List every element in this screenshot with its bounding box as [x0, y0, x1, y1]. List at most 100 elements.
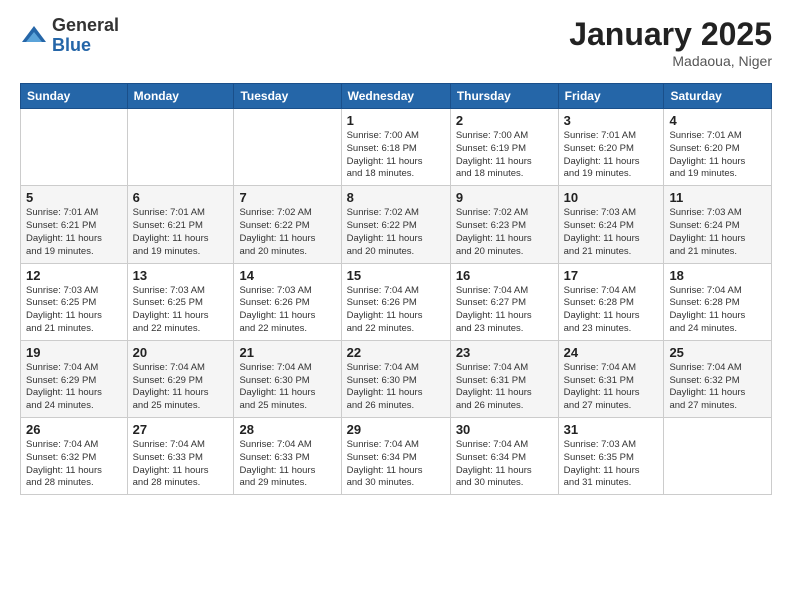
- calendar-cell: 6 Sunrise: 7:01 AMSunset: 6:21 PMDaylight…: [127, 186, 234, 263]
- header: General Blue January 2025 Madaoua, Niger: [20, 16, 772, 69]
- calendar-week-row: 19Sunrise: 7:04 AMSunset: 6:29 PMDayligh…: [21, 340, 772, 417]
- day-info: Sunrise: 7:02 AMSunset: 6:23 PMDaylight:…: [456, 207, 553, 258]
- day-number: 11: [669, 190, 766, 205]
- day-number: 18: [669, 268, 766, 283]
- day-number: 7: [239, 190, 335, 205]
- day-info: Sunrise: 7:04 AMSunset: 6:31 PMDaylight:…: [456, 362, 553, 413]
- calendar-cell: 15 Sunrise: 7:04 AMSunset: 6:26 PMDayligh…: [341, 263, 450, 340]
- calendar-cell: 2 Sunrise: 7:00 AMSunset: 6:19 PMDaylight…: [450, 109, 558, 186]
- calendar-cell: 3 Sunrise: 7:01 AMSunset: 6:20 PMDaylight…: [558, 109, 664, 186]
- day-number: 27: [133, 422, 229, 437]
- day-info: Sunrise: 7:03 AMSunset: 6:26 PMDaylight:…: [239, 285, 335, 336]
- day-info: Sunrise: 7:04 AMSunset: 6:27 PMDaylight:…: [456, 285, 553, 336]
- calendar-cell: 19Sunrise: 7:04 AMSunset: 6:29 PMDayligh…: [21, 340, 128, 417]
- calendar-cell: 5 Sunrise: 7:01 AMSunset: 6:21 PMDaylight…: [21, 186, 128, 263]
- day-number: 8: [347, 190, 445, 205]
- day-info: Sunrise: 7:02 AMSunset: 6:22 PMDaylight:…: [347, 207, 445, 258]
- day-number: 15: [347, 268, 445, 283]
- calendar-cell: 9 Sunrise: 7:02 AMSunset: 6:23 PMDaylight…: [450, 186, 558, 263]
- day-number: 19: [26, 345, 122, 360]
- calendar-week-row: 1 Sunrise: 7:00 AMSunset: 6:18 PMDaylight…: [21, 109, 772, 186]
- day-number: 2: [456, 113, 553, 128]
- day-number: 29: [347, 422, 445, 437]
- calendar-cell: 14 Sunrise: 7:03 AMSunset: 6:26 PMDayligh…: [234, 263, 341, 340]
- calendar-cell: 22Sunrise: 7:04 AMSunset: 6:30 PMDayligh…: [341, 340, 450, 417]
- calendar-week-row: 26 Sunrise: 7:04 AMSunset: 6:32 PMDayligh…: [21, 418, 772, 495]
- calendar-table: SundayMondayTuesdayWednesdayThursdayFrid…: [20, 83, 772, 495]
- day-info: Sunrise: 7:04 AMSunset: 6:28 PMDaylight:…: [669, 285, 766, 336]
- calendar-cell: 23 Sunrise: 7:04 AMSunset: 6:31 PMDayligh…: [450, 340, 558, 417]
- day-info: Sunrise: 7:04 AMSunset: 6:26 PMDaylight:…: [347, 285, 445, 336]
- day-info: Sunrise: 7:01 AMSunset: 6:20 PMDaylight:…: [564, 130, 659, 181]
- weekday-header-friday: Friday: [558, 84, 664, 109]
- day-number: 23: [456, 345, 553, 360]
- day-number: 1: [347, 113, 445, 128]
- calendar-cell: 10Sunrise: 7:03 AMSunset: 6:24 PMDayligh…: [558, 186, 664, 263]
- calendar-week-row: 12Sunrise: 7:03 AMSunset: 6:25 PMDayligh…: [21, 263, 772, 340]
- calendar-cell: 29 Sunrise: 7:04 AMSunset: 6:34 PMDayligh…: [341, 418, 450, 495]
- logo-blue-text: Blue: [52, 36, 119, 56]
- calendar-cell: 20Sunrise: 7:04 AMSunset: 6:29 PMDayligh…: [127, 340, 234, 417]
- day-info: Sunrise: 7:03 AMSunset: 6:25 PMDaylight:…: [133, 285, 229, 336]
- calendar-cell: 31Sunrise: 7:03 AMSunset: 6:35 PMDayligh…: [558, 418, 664, 495]
- day-number: 3: [564, 113, 659, 128]
- weekday-header-saturday: Saturday: [664, 84, 772, 109]
- day-number: 30: [456, 422, 553, 437]
- day-info: Sunrise: 7:04 AMSunset: 6:30 PMDaylight:…: [239, 362, 335, 413]
- calendar-cell: [127, 109, 234, 186]
- calendar-cell: 30 Sunrise: 7:04 AMSunset: 6:34 PMDayligh…: [450, 418, 558, 495]
- day-info: Sunrise: 7:04 AMSunset: 6:31 PMDaylight:…: [564, 362, 659, 413]
- day-info: Sunrise: 7:04 AMSunset: 6:34 PMDaylight:…: [456, 439, 553, 490]
- calendar-cell: 18 Sunrise: 7:04 AMSunset: 6:28 PMDayligh…: [664, 263, 772, 340]
- day-info: Sunrise: 7:04 AMSunset: 6:34 PMDaylight:…: [347, 439, 445, 490]
- calendar-cell: 27Sunrise: 7:04 AMSunset: 6:33 PMDayligh…: [127, 418, 234, 495]
- day-number: 5: [26, 190, 122, 205]
- day-info: Sunrise: 7:00 AMSunset: 6:19 PMDaylight:…: [456, 130, 553, 181]
- day-info: Sunrise: 7:04 AMSunset: 6:28 PMDaylight:…: [564, 285, 659, 336]
- day-number: 26: [26, 422, 122, 437]
- day-info: Sunrise: 7:03 AMSunset: 6:25 PMDaylight:…: [26, 285, 122, 336]
- calendar-cell: 16 Sunrise: 7:04 AMSunset: 6:27 PMDayligh…: [450, 263, 558, 340]
- day-number: 14: [239, 268, 335, 283]
- day-info: Sunrise: 7:04 AMSunset: 6:33 PMDaylight:…: [239, 439, 335, 490]
- weekday-header-thursday: Thursday: [450, 84, 558, 109]
- calendar-cell: 26 Sunrise: 7:04 AMSunset: 6:32 PMDayligh…: [21, 418, 128, 495]
- day-info: Sunrise: 7:01 AMSunset: 6:21 PMDaylight:…: [133, 207, 229, 258]
- title-block: January 2025 Madaoua, Niger: [569, 16, 772, 69]
- calendar-cell: 28 Sunrise: 7:04 AMSunset: 6:33 PMDayligh…: [234, 418, 341, 495]
- day-info: Sunrise: 7:01 AMSunset: 6:20 PMDaylight:…: [669, 130, 766, 181]
- location-subtitle: Madaoua, Niger: [569, 53, 772, 69]
- logo-text: General Blue: [52, 16, 119, 56]
- calendar-week-row: 5 Sunrise: 7:01 AMSunset: 6:21 PMDaylight…: [21, 186, 772, 263]
- calendar-cell: 13Sunrise: 7:03 AMSunset: 6:25 PMDayligh…: [127, 263, 234, 340]
- calendar-cell: 21 Sunrise: 7:04 AMSunset: 6:30 PMDayligh…: [234, 340, 341, 417]
- day-number: 20: [133, 345, 229, 360]
- day-number: 16: [456, 268, 553, 283]
- day-number: 9: [456, 190, 553, 205]
- day-info: Sunrise: 7:04 AMSunset: 6:32 PMDaylight:…: [669, 362, 766, 413]
- calendar-cell: 12Sunrise: 7:03 AMSunset: 6:25 PMDayligh…: [21, 263, 128, 340]
- calendar-cell: 4 Sunrise: 7:01 AMSunset: 6:20 PMDaylight…: [664, 109, 772, 186]
- page: General Blue January 2025 Madaoua, Niger…: [0, 0, 792, 511]
- day-info: Sunrise: 7:01 AMSunset: 6:21 PMDaylight:…: [26, 207, 122, 258]
- calendar-cell: 7Sunrise: 7:02 AMSunset: 6:22 PMDaylight…: [234, 186, 341, 263]
- calendar-cell: [234, 109, 341, 186]
- logo: General Blue: [20, 16, 119, 56]
- weekday-header-tuesday: Tuesday: [234, 84, 341, 109]
- day-number: 28: [239, 422, 335, 437]
- day-number: 17: [564, 268, 659, 283]
- logo-general-text: General: [52, 16, 119, 36]
- calendar-cell: 25 Sunrise: 7:04 AMSunset: 6:32 PMDayligh…: [664, 340, 772, 417]
- weekday-header-sunday: Sunday: [21, 84, 128, 109]
- month-title: January 2025: [569, 16, 772, 53]
- day-info: Sunrise: 7:04 AMSunset: 6:32 PMDaylight:…: [26, 439, 122, 490]
- calendar-cell: 24Sunrise: 7:04 AMSunset: 6:31 PMDayligh…: [558, 340, 664, 417]
- calendar-cell: 8 Sunrise: 7:02 AMSunset: 6:22 PMDaylight…: [341, 186, 450, 263]
- day-info: Sunrise: 7:00 AMSunset: 6:18 PMDaylight:…: [347, 130, 445, 181]
- weekday-header-row: SundayMondayTuesdayWednesdayThursdayFrid…: [21, 84, 772, 109]
- day-number: 25: [669, 345, 766, 360]
- day-number: 22: [347, 345, 445, 360]
- day-number: 6: [133, 190, 229, 205]
- day-number: 21: [239, 345, 335, 360]
- day-number: 4: [669, 113, 766, 128]
